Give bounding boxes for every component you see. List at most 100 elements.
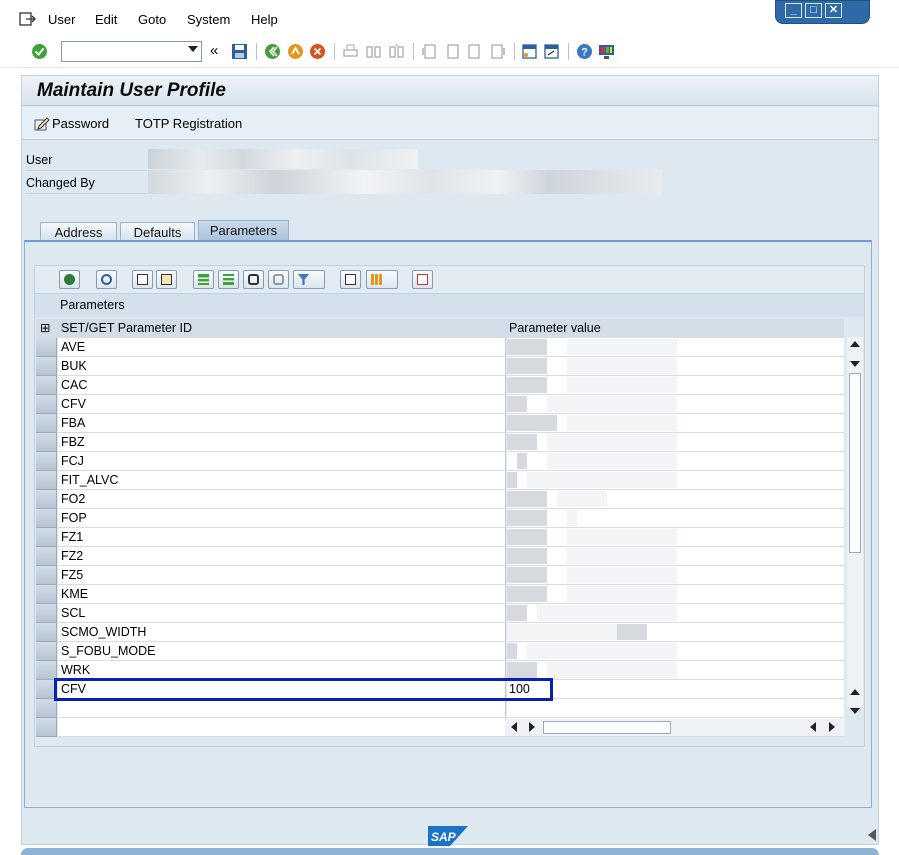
scroll-up-icon[interactable] <box>850 689 860 695</box>
parameter-id-cell[interactable]: BUK <box>58 357 506 376</box>
parameter-id-cell[interactable]: KME <box>58 585 506 604</box>
row-selector[interactable] <box>36 509 57 528</box>
tab-parameters[interactable]: Parameters <box>198 220 289 242</box>
totp-registration-button[interactable]: TOTP Registration <box>135 116 242 131</box>
scroll-left-icon[interactable] <box>810 722 816 732</box>
row-selector[interactable] <box>36 623 57 642</box>
minimize-icon[interactable]: _ <box>785 3 802 18</box>
new-session-icon[interactable] <box>521 43 538 60</box>
select-all-icon[interactable]: ⊞ <box>40 319 56 338</box>
parameter-id-cell[interactable]: FBZ <box>58 433 506 452</box>
menu-help[interactable]: Help <box>251 12 278 27</box>
close-icon[interactable]: ✕ <box>825 3 842 18</box>
parameter-value-cell[interactable] <box>507 566 844 585</box>
table-row[interactable]: FZ2 <box>36 547 844 566</box>
row-selector[interactable] <box>36 338 57 357</box>
tab-address[interactable]: Address <box>40 222 117 242</box>
back-icon[interactable] <box>264 43 281 60</box>
scroll-right-icon[interactable] <box>529 722 535 732</box>
cancel-icon[interactable] <box>309 43 326 60</box>
table-row[interactable]: FZ5 <box>36 566 844 585</box>
parameter-id-cell[interactable]: CFV <box>58 395 506 414</box>
details-icon[interactable] <box>59 270 80 289</box>
parameter-value-cell[interactable] <box>507 376 844 395</box>
table-row[interactable]: FBA <box>36 414 844 433</box>
row-selector[interactable] <box>36 490 57 509</box>
row-selector[interactable] <box>36 433 57 452</box>
parameter-id-cell[interactable]: FIT_ALVC <box>58 471 506 490</box>
parameter-id-cell[interactable]: S_FOBU_MODE <box>58 642 506 661</box>
row-selector[interactable] <box>36 699 57 718</box>
parameter-value-cell[interactable] <box>507 661 844 680</box>
parameter-value-cell[interactable] <box>507 452 844 471</box>
filter-icon[interactable] <box>293 270 325 289</box>
vertical-scrollbar[interactable] <box>847 337 863 714</box>
parameter-id-cell[interactable]: SCMO_WIDTH <box>58 623 506 642</box>
table-row[interactable]: CFV <box>36 395 844 414</box>
parameter-id-cell[interactable]: FO2 <box>58 490 506 509</box>
hscroll-thumb[interactable] <box>543 721 671 734</box>
collapse-icon[interactable]: « <box>210 42 218 59</box>
parameter-value-cell[interactable] <box>507 414 844 433</box>
status-expand-icon[interactable] <box>868 829 876 841</box>
parameter-value-cell[interactable]: 100 <box>507 680 844 699</box>
refresh-icon[interactable] <box>96 270 117 289</box>
parameter-id-cell[interactable]: FZ2 <box>58 547 506 566</box>
table-row[interactable]: FO2 <box>36 490 844 509</box>
sort-ascending-icon[interactable] <box>193 270 214 289</box>
parameter-id-cell[interactable] <box>58 699 506 718</box>
parameter-value-cell[interactable] <box>507 433 844 452</box>
customize-layout-icon[interactable] <box>598 43 615 60</box>
table-row[interactable] <box>36 699 844 718</box>
parameter-value-cell[interactable] <box>507 471 844 490</box>
column-header-parameter-value[interactable]: Parameter value <box>509 319 601 338</box>
scroll-left-icon[interactable] <box>511 722 517 732</box>
row-selector[interactable] <box>36 414 57 433</box>
parameter-value-cell[interactable] <box>507 623 844 642</box>
table-row[interactable]: FBZ <box>36 433 844 452</box>
horizontal-scrollbar[interactable] <box>505 719 843 736</box>
row-selector[interactable] <box>36 528 57 547</box>
exit-icon[interactable] <box>287 43 304 60</box>
parameter-id-cell[interactable]: SCL <box>58 604 506 623</box>
row-selector[interactable] <box>36 547 57 566</box>
table-row[interactable]: CAC <box>36 376 844 395</box>
password-button[interactable]: Password <box>52 116 109 131</box>
parameter-value-cell[interactable] <box>507 490 844 509</box>
parameter-id-cell[interactable]: FCJ <box>58 452 506 471</box>
menu-exit-icon[interactable] <box>19 11 37 27</box>
column-header-parameter-id[interactable]: SET/GET Parameter ID <box>61 319 192 338</box>
row-selector[interactable] <box>36 452 57 471</box>
table-row[interactable]: SCL <box>36 604 844 623</box>
copy-icon[interactable] <box>132 270 153 289</box>
parameter-id-cell[interactable]: FZ1 <box>58 528 506 547</box>
table-row[interactable]: KME <box>36 585 844 604</box>
row-selector[interactable] <box>36 376 57 395</box>
row-selector[interactable] <box>36 471 57 490</box>
table-row[interactable]: SCMO_WIDTH <box>36 623 844 642</box>
parameter-id-cell[interactable]: FOP <box>58 509 506 528</box>
row-selector[interactable] <box>36 604 57 623</box>
parameter-value-cell[interactable] <box>507 528 844 547</box>
parameter-value-cell[interactable] <box>507 699 844 718</box>
print-icon[interactable] <box>340 270 361 289</box>
row-selector[interactable] <box>36 395 57 414</box>
table-row[interactable]: AVE <box>36 338 844 357</box>
parameter-value-cell[interactable] <box>507 338 844 357</box>
parameter-value-cell[interactable] <box>507 642 844 661</box>
parameter-value-cell[interactable] <box>507 509 844 528</box>
parameter-value-cell[interactable] <box>507 585 844 604</box>
check-circle-icon[interactable] <box>31 43 48 60</box>
command-field[interactable] <box>61 41 202 62</box>
scroll-down-icon[interactable] <box>850 708 860 714</box>
scroll-down-icon[interactable] <box>850 361 860 367</box>
row-selector[interactable] <box>36 357 57 376</box>
chevron-down-icon[interactable] <box>188 46 198 52</box>
sort-descending-icon[interactable] <box>218 270 239 289</box>
row-selector[interactable] <box>36 718 57 737</box>
delete-row-icon[interactable] <box>412 270 433 289</box>
parameter-value-cell[interactable] <box>507 604 844 623</box>
menu-user[interactable]: User <box>48 12 75 27</box>
table-row[interactable]: FIT_ALVC <box>36 471 844 490</box>
menu-goto[interactable]: Goto <box>138 12 166 27</box>
